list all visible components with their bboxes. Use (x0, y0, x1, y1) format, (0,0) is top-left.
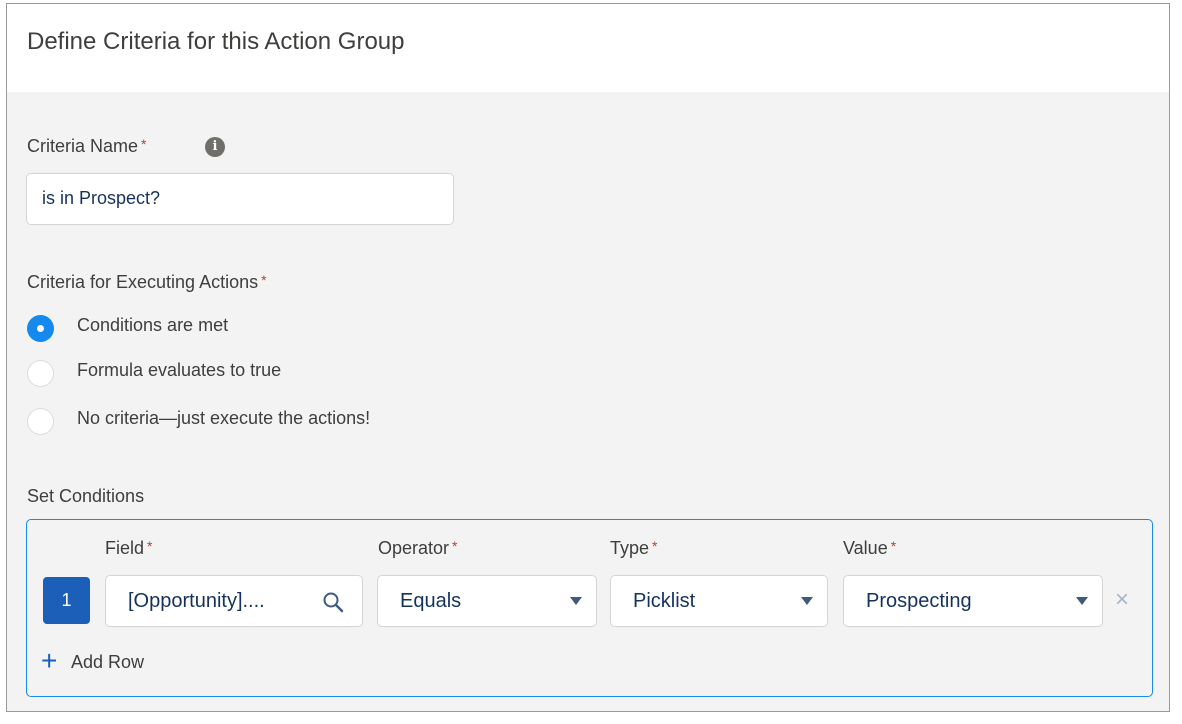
set-conditions-label: Set Conditions (27, 486, 145, 506)
required-mark: * (652, 538, 658, 554)
radio-label: Conditions are met (77, 315, 229, 335)
search-icon[interactable] (322, 591, 344, 613)
required-mark: * (452, 538, 458, 554)
type-value: Picklist (633, 590, 696, 612)
radio-button-checked[interactable] (27, 315, 54, 342)
operator-value: Equals (400, 590, 462, 612)
required-mark: * (147, 538, 153, 554)
executing-label: Criteria for Executing Actions * (27, 272, 267, 293)
required-mark: * (261, 272, 267, 288)
criteria-name-label-text: Criteria Name (27, 136, 139, 156)
criteria-name-input[interactable]: is in Prospect? (26, 173, 454, 225)
close-icon[interactable]: × (1115, 586, 1129, 614)
radio-label: No criteria—just execute the actions! (77, 408, 371, 428)
row-number-badge: 1 (43, 577, 90, 624)
type-select[interactable]: Picklist (610, 575, 828, 627)
radio-label: Formula evaluates to true (77, 360, 282, 380)
value-select[interactable]: Prospecting (843, 575, 1103, 627)
column-header-label: Operator (378, 538, 450, 558)
conditions-box: Field * Operator * Type * Value * 1 [Opportu… (26, 519, 1153, 697)
chevron-down-icon (570, 597, 582, 605)
column-header-type: Type * (610, 538, 657, 559)
field-lookup-input[interactable]: [Opportunity].... (105, 575, 363, 627)
add-row-label: Add Row (71, 652, 145, 672)
column-header-label: Field (105, 538, 145, 558)
chevron-down-icon (801, 597, 813, 605)
chevron-down-icon (1076, 597, 1088, 605)
radio-button[interactable] (27, 408, 54, 435)
info-icon[interactable]: i (205, 137, 225, 157)
criteria-panel: Define Criteria for this Action Group Cr… (6, 3, 1170, 712)
column-header-label: Type (610, 538, 650, 558)
executing-label-text: Criteria for Executing Actions (27, 272, 259, 292)
panel-header: Define Criteria for this Action Group (7, 4, 1169, 92)
panel-title: Define Criteria for this Action Group (27, 28, 405, 55)
required-mark: * (890, 538, 897, 554)
column-header-field: Field * (105, 538, 152, 559)
radio-button[interactable] (27, 360, 54, 387)
plus-icon: + (41, 645, 58, 676)
value-value: Prospecting (866, 590, 972, 612)
required-mark: * (141, 136, 147, 152)
field-value: [Opportunity].... (128, 590, 265, 612)
criteria-name-value: is in Prospect? (42, 188, 161, 208)
operator-select[interactable]: Equals (377, 575, 597, 627)
column-header-label: Value (843, 538, 888, 558)
criteria-name-label: Criteria Name * (27, 136, 146, 157)
column-header-value: Value * (843, 538, 896, 559)
column-header-operator: Operator * (378, 538, 458, 559)
